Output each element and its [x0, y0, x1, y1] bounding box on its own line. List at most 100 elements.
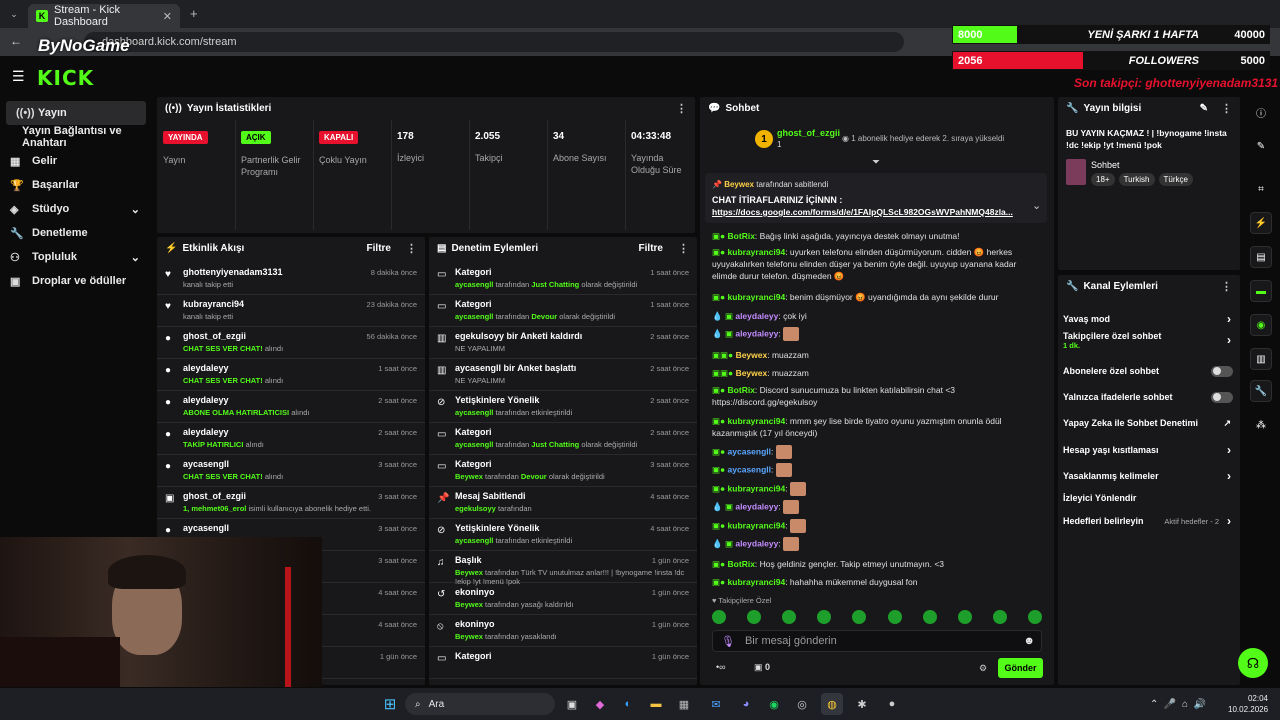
chat-username[interactable]: Beywex [736, 368, 768, 378]
discord-icon[interactable]: ◕ [735, 693, 757, 715]
emote-icon[interactable] [992, 610, 1007, 624]
store-icon[interactable]: ▦ [673, 693, 695, 715]
chat-message[interactable]: ▣● BotRix: Discord sunucumuza bu linkten… [712, 384, 1042, 408]
filter-button[interactable]: Filtre [639, 243, 663, 254]
channel-action-item[interactable]: Yalnızca ifadelerle sohbet [1063, 390, 1233, 404]
mod-actor[interactable]: egekulsoyy [455, 504, 496, 513]
table-row[interactable]: ⦸ ekoninyo Beywex tarafından yasaklandı 1 g… [429, 615, 697, 647]
list-icon[interactable]: ▤ [1250, 246, 1272, 268]
chat-message[interactable]: 💧 ▣ aleydaleyy: [712, 500, 1042, 514]
chat-input-box[interactable]: 🎙 Bir mesaj gönderin ☻ [712, 630, 1042, 652]
chat-message[interactable]: ▣▣● Beywex: muazzam [712, 349, 1042, 361]
more-icon[interactable]: ⁂ [1250, 414, 1272, 436]
emote-icon[interactable] [817, 610, 832, 624]
table-row[interactable]: ⊘ Yetişkinlere Yönelik aycasengll tarafınd… [429, 519, 697, 551]
list-item[interactable]: ● ghost_of_ezgii CHAT SES VER CHAT! alındı… [157, 327, 425, 359]
edge-icon[interactable]: ◐ [617, 693, 639, 715]
chat-username[interactable]: aycasengll [728, 446, 771, 456]
bolt-icon[interactable]: ⚡ [1250, 212, 1272, 234]
chat-message[interactable]: ▣● kubrayranci94: benim düşmüyor 😡 uyand… [712, 291, 1042, 303]
sidebar-item-yayin[interactable]: ((•)) Yayın [6, 101, 146, 125]
spotify-icon[interactable]: ◉ [763, 693, 785, 715]
edit-icon[interactable]: ✎ [1200, 103, 1208, 114]
chat-message[interactable]: ▣● BotRix: Hoş geldiniz gençler. Takip e… [712, 558, 1042, 570]
tag-badge[interactable]: Türkçe [1158, 173, 1193, 186]
chat-username[interactable]: kubrayranci94 [728, 247, 786, 257]
emote-icon[interactable] [1027, 610, 1042, 624]
collapse-icon[interactable]: ⏷ [872, 157, 880, 168]
wrench-icon[interactable]: 🔧 [1250, 380, 1272, 402]
back-icon[interactable]: ← [10, 34, 22, 48]
chat-username[interactable]: kubrayranci94 [728, 292, 786, 302]
chat-message[interactable]: ▣● kubrayranci94: [712, 519, 1042, 533]
stack-icon[interactable]: ▥ [1250, 348, 1272, 370]
channel-action-item[interactable]: Yapay Zeka ile Sohbet Denetimi ↗ [1063, 416, 1233, 430]
task-view-icon[interactable]: ▣ [561, 693, 583, 715]
toggle-switch[interactable] [1211, 391, 1233, 403]
mod-actor[interactable]: aycasengll [455, 312, 493, 321]
table-row[interactable]: ↺ ekoninyo Beywex tarafından yasağı kaldır… [429, 583, 697, 615]
emote-icon[interactable] [782, 610, 797, 624]
category-name[interactable]: Sohbet [1091, 160, 1120, 170]
channel-action-item[interactable]: Abonelere özel sohbet [1063, 364, 1233, 378]
channel-action-item[interactable]: Hesap yaşı kısıtlaması › [1063, 443, 1233, 457]
emote-icon[interactable] [712, 610, 726, 624]
sidebar-item-basarilar[interactable]: 🏆 Başarılar [0, 173, 79, 197]
github-icon[interactable]: ● [881, 693, 903, 715]
chat-message[interactable]: 💧 ▣ aleydaleyy: çok iyi [712, 310, 1042, 322]
mod-actor[interactable]: Beywex [455, 568, 483, 577]
tab-list-icon[interactable]: ⌄ [6, 6, 22, 22]
folder-icon[interactable]: ▬ [645, 693, 667, 715]
support-icon[interactable]: ☊ [1238, 648, 1268, 678]
taskbar-search[interactable]: ⌕ Ara [405, 693, 555, 715]
list-item[interactable]: ● aycasengll CHAT SES VER CHAT! alındı 3 sa… [157, 455, 425, 487]
url-field[interactable]: dashboard.kick.com/stream [84, 32, 904, 52]
start-icon[interactable]: ⊞ [379, 693, 401, 715]
chat-username[interactable]: aleydaleyy [735, 311, 778, 321]
table-row[interactable]: ▭ Kategori aycasengll tarafından Just Chat… [429, 263, 697, 295]
gift-username[interactable]: ghost_of_ezgii [777, 128, 840, 138]
chat-message[interactable]: 💧 ▣ aleydaleyy: [712, 327, 1042, 341]
microphone-icon[interactable]: 🎙 [721, 635, 735, 648]
app-icon[interactable]: ✱ [851, 693, 873, 715]
kick-logo[interactable]: KICK [37, 66, 94, 90]
mod-actor[interactable]: aycasengll [455, 536, 493, 545]
channel-action-item[interactable]: Yasaklanmış kelimeler › [1063, 469, 1233, 483]
table-row[interactable]: ▭ Kategori 1 gün önce [429, 647, 697, 679]
channel-action-item[interactable]: Hedefleri belirleyin Aktif hedefler - 2 › [1063, 514, 1233, 528]
more-icon[interactable]: ⋮ [678, 242, 689, 255]
chat-username[interactable]: aleydaleyy [735, 538, 778, 548]
chat-username[interactable]: BotRix [728, 231, 755, 241]
browser-tab[interactable]: K Stream - Kick Dashboard ✕ [28, 4, 180, 28]
channel-points-icon[interactable]: •∞ [716, 662, 726, 672]
tray-icons[interactable]: ⌃ 🎤 ⌂ 🔊 [1150, 699, 1206, 710]
chat-message[interactable]: ▣● kubrayranci94: uyurken telefonu elind… [712, 246, 1042, 282]
chat-message[interactable]: ▣▣● Beywex: muazzam [712, 367, 1042, 379]
more-icon[interactable]: ⋮ [1221, 102, 1232, 115]
chat-username[interactable]: kubrayranci94 [728, 483, 786, 493]
channel-action-item[interactable]: İzleyici Yönlendir [1063, 491, 1233, 505]
more-icon[interactable]: ⋮ [1221, 280, 1232, 293]
mod-actor[interactable]: Beywex [455, 600, 483, 609]
chrome-icon[interactable]: ◍ [821, 693, 843, 715]
chat-username[interactable]: aycasengll [728, 464, 771, 474]
steam-icon[interactable]: ◎ [791, 693, 813, 715]
close-tab-icon[interactable]: ✕ [163, 10, 172, 23]
chevron-down-icon[interactable]: ⌄ [1032, 199, 1041, 212]
table-row[interactable]: ▥ egekulsoyy bir Anketi kaldırdı NE YAPALI… [429, 327, 697, 359]
sidebar-item-studyo[interactable]: ◈ Stüdyo ⌄ [0, 197, 150, 221]
new-tab-icon[interactable]: + [190, 6, 198, 21]
emote-icon[interactable] [747, 610, 762, 624]
points-display[interactable]: ▣ 0 [754, 662, 770, 673]
send-button[interactable]: Gönder [998, 658, 1043, 678]
chat-icon[interactable]: ▬ [1250, 280, 1272, 302]
chat-input[interactable]: Bir mesaj gönderin [745, 635, 1013, 647]
more-icon[interactable]: ⋮ [676, 102, 687, 115]
mod-actor[interactable]: Beywex [455, 632, 483, 641]
mod-actor[interactable]: aycasengll [455, 440, 493, 449]
mod-actor[interactable]: aycasengll [455, 280, 493, 289]
info-icon[interactable]: ⓘ [1250, 101, 1272, 123]
emote-icon[interactable] [922, 610, 937, 624]
chat-message[interactable]: ▣● kubrayranci94: hahahha mükemmel duygu… [712, 576, 1042, 588]
emote-icon[interactable] [852, 610, 867, 624]
